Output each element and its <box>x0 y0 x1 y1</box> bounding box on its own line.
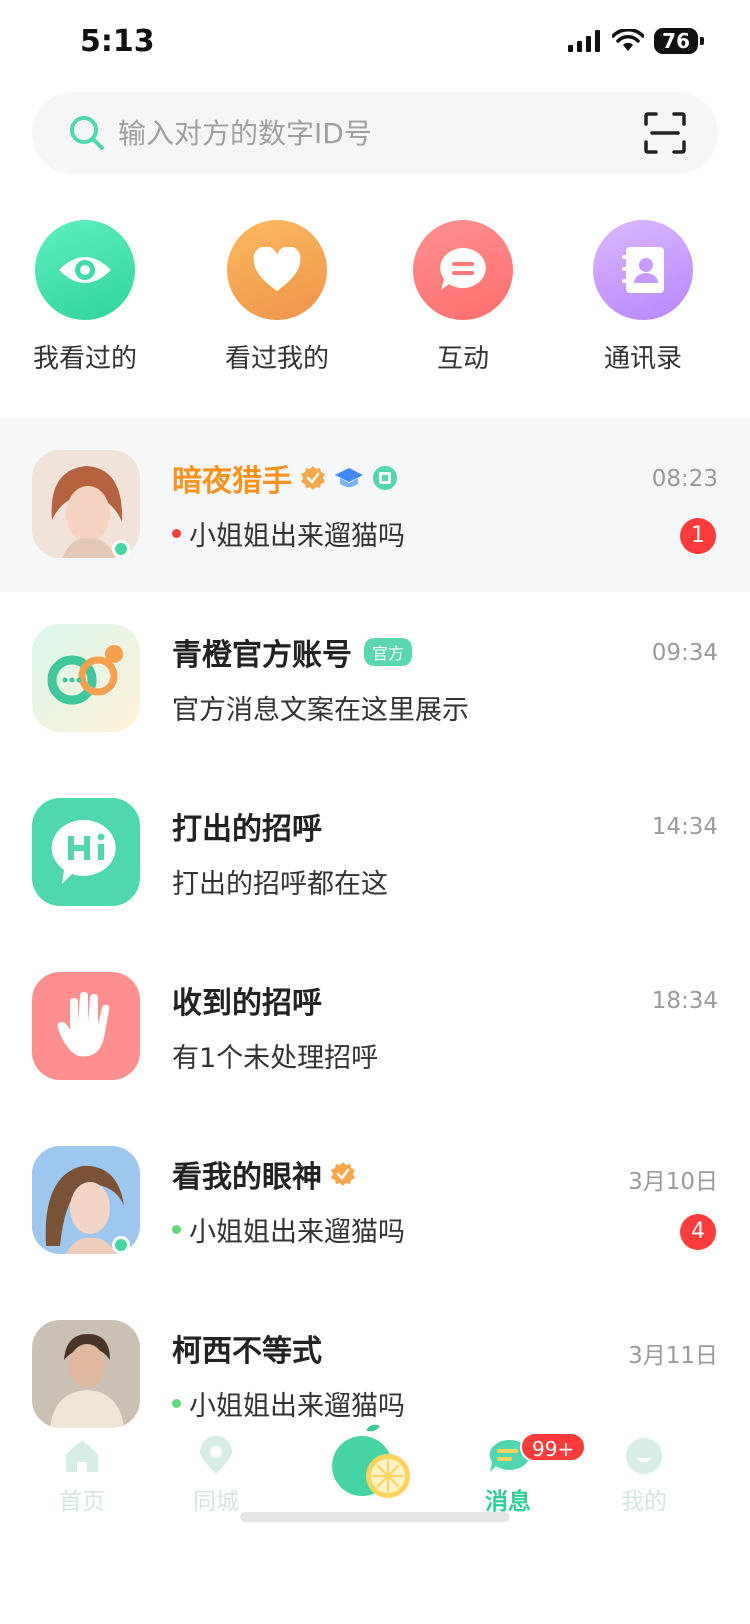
message-time: 09:34 <box>651 640 718 666</box>
tab-home[interactable]: 首页 <box>22 1436 142 1516</box>
wifi-icon <box>612 29 645 51</box>
eye-icon <box>35 220 135 320</box>
status-icons: 76 <box>568 28 704 54</box>
contact-name: 收到的招呼 <box>172 986 322 1021</box>
contacts-icon <box>593 220 693 320</box>
wave-hand-icon <box>32 972 140 1080</box>
name-line: 暗夜猎手 <box>172 456 398 500</box>
preview-line: 官方消息文案在这里展示 <box>172 688 469 727</box>
status-time: 5:13 <box>80 24 155 59</box>
online-status-dot <box>112 1236 130 1254</box>
conversation-row[interactable]: 打出的招呼 打出的招呼都在这 14:34 <box>0 766 750 940</box>
identity-badge-icon <box>373 466 397 490</box>
conversation-row[interactable]: 看我的眼神 小姐姐出来遛猫吗 3月10日 4 <box>0 1114 750 1288</box>
shortcut-viewed-me[interactable]: 看过我的 <box>202 220 352 375</box>
orange-fruit-icon <box>332 1424 410 1498</box>
shortcut-label: 看过我的 <box>224 344 329 374</box>
conversation-row[interactable]: 青橙官方账号 官方 官方消息文案在这里展示 09:34 <box>0 592 750 766</box>
scan-icon[interactable] <box>644 112 686 154</box>
message-preview: 打出的招呼都在这 <box>172 869 388 900</box>
contact-name: 青橙官方账号 <box>172 638 352 673</box>
contact-name: 暗夜猎手 <box>172 464 292 499</box>
official-logo-icon <box>32 624 140 732</box>
unread-badge: 1 <box>680 518 716 554</box>
tab-center-orange[interactable] <box>313 1420 433 1510</box>
tab-label: 同城 <box>193 1489 239 1515</box>
contact-name: 看我的眼神 <box>172 1160 322 1195</box>
message-preview: 官方消息文案在这里展示 <box>172 695 469 726</box>
name-line: 青橙官方账号 官方 <box>172 630 413 674</box>
tab-unread-badge: 99+ <box>520 1432 587 1462</box>
name-line: 收到的招呼 <box>172 978 322 1022</box>
home-icon <box>66 1440 98 1472</box>
unread-badge: 4 <box>680 1214 716 1250</box>
verified-badge-icon <box>301 466 325 490</box>
preview-line: 小姐姐出来遛猫吗 <box>172 514 405 553</box>
message-preview: 小姐姐出来遛猫吗 <box>189 1217 405 1248</box>
tab-bar: 首页 同城 消息 99+ 我的 <box>0 1424 750 1624</box>
home-indicator <box>240 1512 510 1522</box>
message-preview: 小姐姐出来遛猫吗 <box>189 1391 405 1422</box>
preview-line: 有1个未处理招呼 <box>172 1036 378 1075</box>
profile-face-icon <box>626 1438 662 1474</box>
message-time: 14:34 <box>651 814 718 840</box>
status-dot <box>172 1399 181 1408</box>
shortcut-label: 通讯录 <box>603 344 682 374</box>
shortcut-row: 我看过的 看过我的 互动 通讯录 <box>0 220 750 380</box>
shortcut-label: 互动 <box>436 344 489 374</box>
hi-bubble-icon <box>32 798 140 906</box>
avatar <box>32 1320 140 1428</box>
name-line: 柯西不等式 <box>172 1326 322 1370</box>
contact-name: 柯西不等式 <box>172 1334 322 1369</box>
preview-line: 小姐姐出来遛猫吗 <box>172 1384 405 1423</box>
message-preview: 小姐姐出来遛猫吗 <box>189 521 405 552</box>
preview-line: 打出的招呼都在这 <box>172 862 388 901</box>
heart-icon <box>227 220 327 320</box>
message-time: 18:34 <box>651 988 718 1014</box>
online-status-dot <box>112 540 130 558</box>
chat-bubble-icon <box>413 220 513 320</box>
shortcut-viewed-by-me[interactable]: 我看过的 <box>10 220 160 375</box>
tab-label: 我的 <box>621 1489 667 1515</box>
name-line: 看我的眼神 <box>172 1152 356 1196</box>
search-bar[interactable] <box>32 92 718 174</box>
education-badge-icon <box>335 468 363 487</box>
tab-messages[interactable]: 消息 99+ <box>448 1432 587 1516</box>
name-line: 打出的招呼 <box>172 804 322 848</box>
search-icon <box>70 116 104 150</box>
shortcut-contacts[interactable]: 通讯录 <box>568 220 718 375</box>
message-time: 3月10日 <box>628 1169 718 1195</box>
official-tag: 官方 <box>364 638 413 666</box>
search-input[interactable] <box>118 92 618 174</box>
location-pin-icon <box>200 1436 232 1474</box>
shortcut-label: 我看过的 <box>32 344 137 374</box>
status-dot <box>172 529 181 538</box>
tab-label: 消息 <box>485 1489 531 1515</box>
conversation-list: 暗夜猎手 小姐姐出来遛猫吗 08:23 1 青橙官方账号 官方 官方消息文案在这… <box>0 418 750 1462</box>
status-dot <box>172 1225 181 1234</box>
shortcut-interaction[interactable]: 互动 <box>388 220 538 375</box>
conversation-row[interactable]: 收到的招呼 有1个未处理招呼 18:34 <box>0 940 750 1114</box>
signal-icon <box>568 30 601 52</box>
status-bar: 5:13 76 <box>0 0 750 88</box>
message-time: 08:23 <box>651 466 718 492</box>
tab-label: 首页 <box>59 1489 105 1515</box>
verified-badge-icon <box>331 1162 355 1186</box>
tab-mine[interactable]: 我的 <box>584 1436 704 1516</box>
tab-city[interactable]: 同城 <box>156 1436 276 1516</box>
message-time: 3月11日 <box>628 1343 718 1369</box>
message-preview: 有1个未处理招呼 <box>172 1043 379 1074</box>
preview-line: 小姐姐出来遛猫吗 <box>172 1210 405 1249</box>
battery-indicator: 76 <box>654 28 704 54</box>
conversation-row[interactable]: 暗夜猎手 小姐姐出来遛猫吗 08:23 1 <box>0 418 750 592</box>
contact-name: 打出的招呼 <box>172 812 322 847</box>
